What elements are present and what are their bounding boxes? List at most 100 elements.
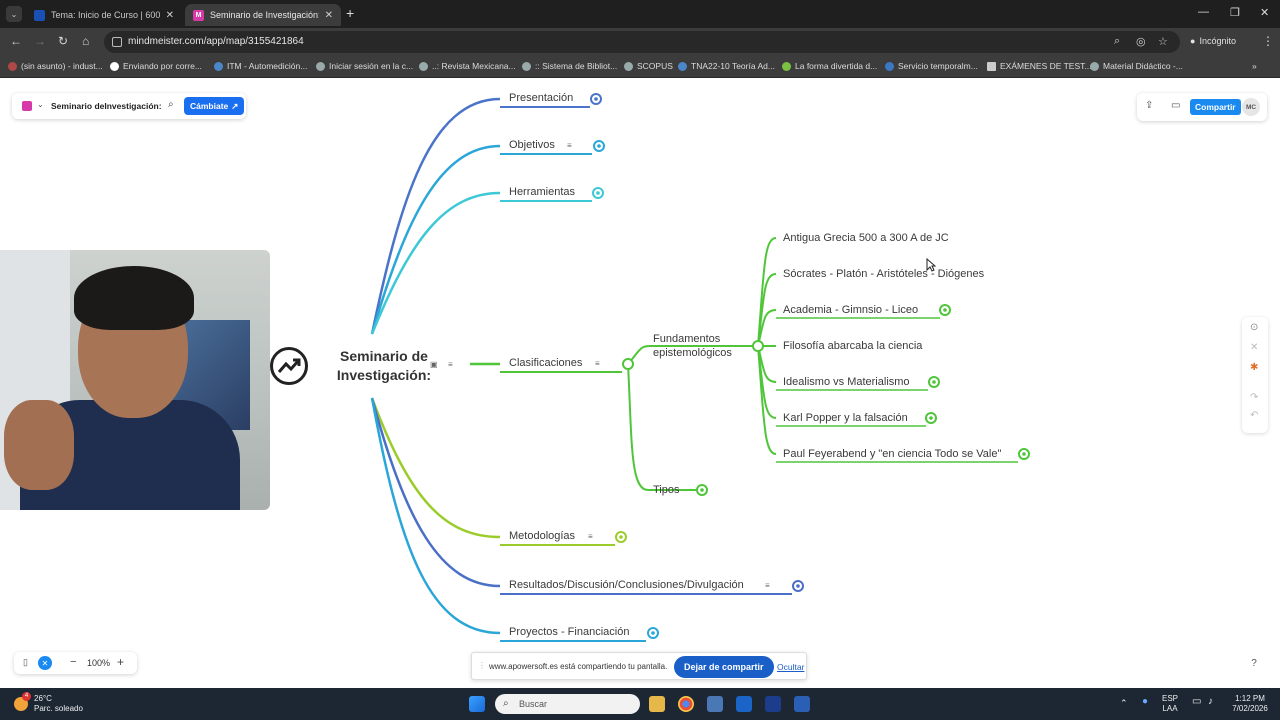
topic-leaf[interactable]: Antigua Grecia 500 a 300 A de JC	[783, 232, 949, 244]
app-icon[interactable]	[707, 696, 723, 712]
zoom-in-icon[interactable]: +	[117, 655, 124, 669]
bookmark-item[interactable]: Enviando por corre...	[110, 61, 202, 71]
map-name[interactable]: Seminario deInvestigación:	[51, 101, 162, 111]
hide-link[interactable]: Ocultar	[777, 662, 804, 672]
topic-leaf[interactable]: Sócrates - Platón - Aristóteles - Diógen…	[783, 268, 984, 280]
redo-icon[interactable]: ↷	[1250, 392, 1258, 403]
connect-icon[interactable]: ✕	[38, 656, 52, 670]
menu-kebab-icon[interactable]: ⋮	[1262, 34, 1274, 48]
bookmark-item[interactable]: Iniciar sesión en la c...	[316, 61, 413, 71]
bookmark-item[interactable]: ITM - Automedición...	[214, 61, 307, 71]
close-window-icon[interactable]: ✕	[1260, 6, 1269, 19]
bookmark-item[interactable]: TNA22-10 Teoría Ad...	[678, 61, 775, 71]
stop-sharing-button[interactable]: Dejar de compartir	[674, 656, 774, 678]
topic-objetivos[interactable]: Objetivos	[509, 139, 555, 151]
cambiate-button[interactable]: Cámbiate ↗	[184, 97, 245, 115]
drag-handle-icon[interactable]: ⋮	[478, 661, 486, 670]
sparkle-icon[interactable]: ✱	[1250, 362, 1258, 373]
new-tab-icon[interactable]: +	[346, 6, 354, 20]
topic-leaf[interactable]: Idealismo vs Materialismo	[783, 376, 910, 388]
start-windows-icon[interactable]	[469, 696, 485, 712]
close-tab-icon[interactable]: ✕	[325, 10, 333, 21]
zoom-icon[interactable]: ⌕	[1114, 35, 1120, 48]
forward-icon[interactable]: →	[34, 34, 46, 48]
zoom-out-icon[interactable]: −	[70, 656, 76, 668]
note-icon[interactable]: ≡	[448, 360, 453, 369]
mindmeister-logo-icon[interactable]	[22, 101, 32, 111]
network-icon[interactable]: ▭	[1192, 697, 1201, 707]
search-icon[interactable]: ⌕	[168, 99, 174, 110]
bookmark-item[interactable]: Servicio temporalm...	[885, 61, 978, 71]
app-icon[interactable]	[765, 696, 781, 712]
reload-icon[interactable]: ↻	[58, 34, 68, 48]
bookmarks-overflow-icon[interactable]: »	[1252, 61, 1257, 71]
language-indicator[interactable]: ESP LAA	[1162, 694, 1178, 714]
topic-leaf[interactable]: Academia - Gimnsio - Liceo	[783, 304, 918, 316]
close-tab-icon[interactable]: ✕	[166, 10, 174, 21]
topic-leaf[interactable]: Karl Popper y la falsación	[783, 412, 908, 424]
clock[interactable]: 1:12 PM 7/02/2026	[1228, 694, 1272, 714]
upload-icon[interactable]: ⇪	[1145, 100, 1153, 111]
tab-search-icon[interactable]: ⌄	[6, 6, 22, 22]
topic-resultados[interactable]: Resultados/Discusión/Conclusiones/Divulg…	[509, 579, 744, 591]
chevron-down-icon[interactable]: ⌄	[37, 100, 44, 109]
topic-proyectos[interactable]: Proyectos - Financiación	[509, 626, 629, 638]
topic-line: Fundamentos	[653, 333, 721, 345]
microphone-icon[interactable]: ●	[1142, 697, 1148, 707]
avatar[interactable]: MC	[1242, 98, 1260, 116]
topic-leaf[interactable]: Filosofía abarcaba la ciencia	[783, 340, 922, 352]
address-bar[interactable]: mindmeister.com/app/map/3155421864 ⌕ ◎ ☆	[104, 31, 1180, 53]
topic-clasificaciones[interactable]: Clasificaciones	[509, 357, 582, 369]
bookmark-item[interactable]: EXÁMENES DE TEST...	[987, 61, 1091, 71]
incognito-indicator[interactable]: ● Incógnito	[1190, 36, 1236, 46]
zoom-level[interactable]: 100%	[87, 658, 110, 668]
tab-inicio-curso[interactable]: Tema: Inicio de Curso | 6002028 ✕	[26, 4, 182, 26]
undo-icon[interactable]: ↶	[1250, 410, 1258, 421]
outlook-icon[interactable]	[736, 696, 752, 712]
topic-presentacion[interactable]: Presentación	[509, 92, 573, 104]
bookmark-item[interactable]: La forma divertida d...	[782, 61, 877, 71]
browser-tab-bar: ⌄ Tema: Inicio de Curso | 6002028 ✕ M Se…	[0, 0, 1280, 28]
tray-overflow-icon[interactable]: ⌃	[1120, 698, 1128, 708]
minimize-icon[interactable]: —	[1198, 6, 1209, 18]
help-icon[interactable]: ?	[1243, 652, 1265, 674]
bookmark-item[interactable]: Material Didáctico -...	[1090, 61, 1183, 71]
note-icon[interactable]: ≡	[588, 532, 593, 541]
bookmark-item[interactable]: ..: Revista Mexicana...	[419, 61, 516, 71]
back-icon[interactable]: ←	[10, 34, 22, 48]
topic-metodologias[interactable]: Metodologías	[509, 530, 575, 542]
weather-widget[interactable]: 4 26°C Parc. soleado	[14, 692, 83, 714]
connector-metodologias	[370, 397, 501, 539]
bookmark-star-icon[interactable]: ☆	[1158, 35, 1168, 48]
root-topic-icon[interactable]	[270, 347, 308, 385]
share-button[interactable]: Compartir	[1190, 99, 1241, 115]
topic-fundamentos-epistemologicos[interactable]: Fundamentos epistemológicos	[653, 332, 732, 360]
bookmark-item[interactable]: :: Sistema de Bibliot...	[522, 61, 617, 71]
note-icon[interactable]: ≡	[765, 581, 770, 590]
mindmeister-canvas[interactable]: Seminario de Investigación: ▣ ≡ Presenta…	[0, 80, 1280, 688]
eye-off-icon[interactable]: ◎	[1136, 35, 1146, 48]
word-icon[interactable]	[794, 696, 810, 712]
topic-leaf[interactable]: Paul Feyerabend y "en ciencia Todo se Va…	[783, 448, 1001, 460]
home-icon[interactable]: ⌂	[82, 34, 89, 48]
file-explorer-icon[interactable]	[649, 696, 665, 712]
tab-seminario[interactable]: M Seminario de Investigación: - M ✕	[185, 4, 341, 26]
note-icon[interactable]: ≡	[567, 141, 572, 150]
page-icon[interactable]: ▯	[23, 657, 28, 668]
topic-herramientas[interactable]: Herramientas	[509, 186, 575, 198]
bookmark-item[interactable]: (sin asunto) - indust...	[8, 61, 103, 71]
topic-tipos[interactable]: Tipos	[653, 484, 680, 496]
target-icon[interactable]: ⊙	[1250, 322, 1258, 333]
volume-icon[interactable]: ♪	[1208, 697, 1213, 707]
note-icon[interactable]: ≡	[595, 359, 600, 368]
taskbar-search[interactable]: ⌕ Buscar	[495, 694, 640, 714]
close-icon[interactable]: ✕	[1250, 342, 1258, 353]
bookmark-icon	[782, 61, 791, 71]
site-info-icon[interactable]	[112, 37, 122, 47]
restore-icon[interactable]: ❐	[1230, 6, 1240, 19]
bookmark-item[interactable]: SCOPUS	[624, 61, 673, 71]
presentation-icon[interactable]: ▭	[1171, 100, 1180, 111]
screen-share-banner: ⋮ www.apowersoft.es está compartiendo tu…	[471, 652, 807, 680]
chrome-icon[interactable]	[678, 696, 694, 712]
image-attachment-icon[interactable]: ▣	[430, 360, 438, 369]
